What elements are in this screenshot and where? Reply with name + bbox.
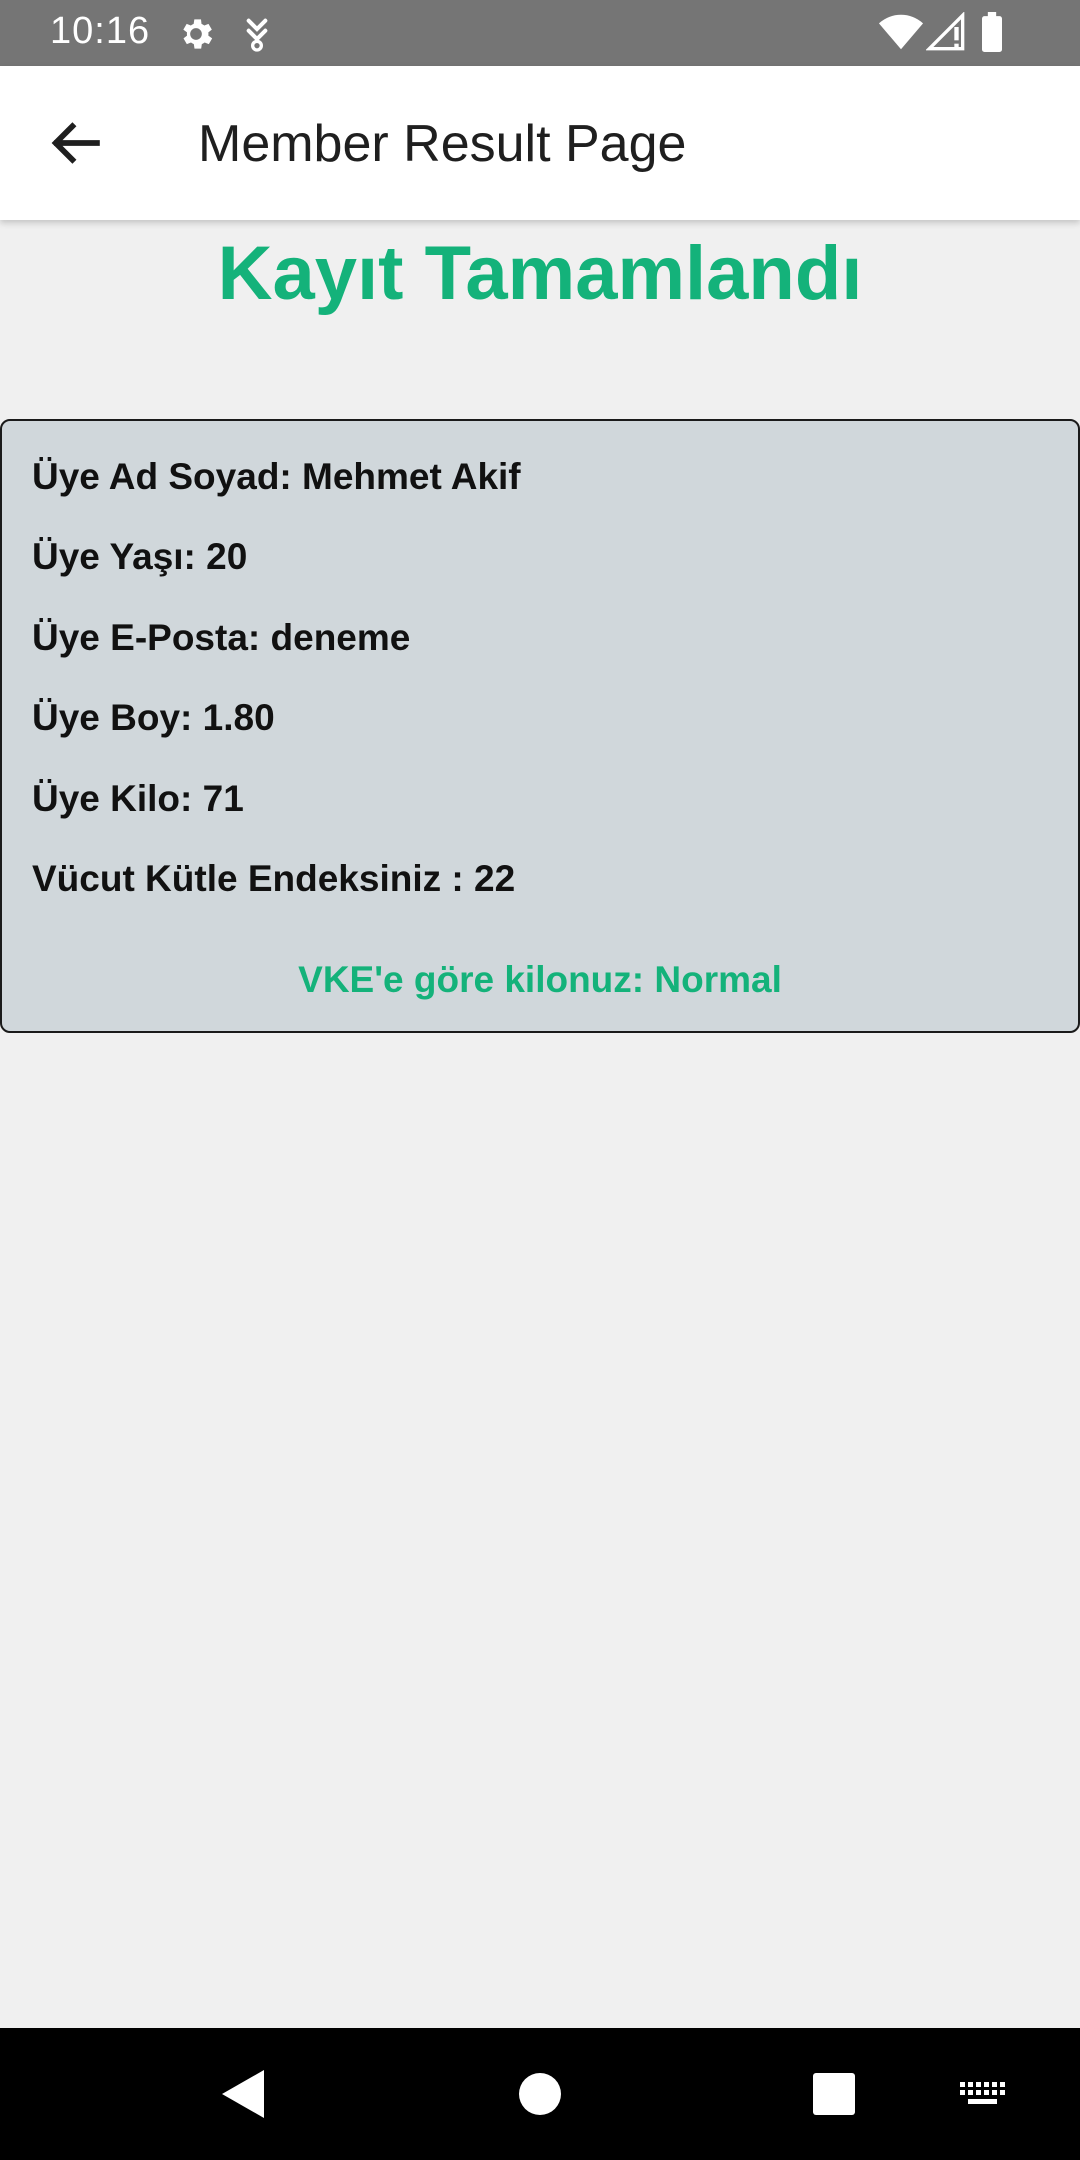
wifi-icon <box>878 14 924 50</box>
registration-complete-heading: Kayıt Tamamlandı <box>217 231 863 316</box>
keyboard-icon[interactable] <box>958 2080 1006 2110</box>
member-age-text: Üye Yaşı: 20 <box>32 536 248 577</box>
status-bar: 10:16 <box>0 0 1080 66</box>
member-result-card: Üye Ad Soyad: Mehmet Akif Üye Yaşı: 20 Ü… <box>0 419 1080 1033</box>
app-bar: Member Result Page <box>0 66 1080 220</box>
arrow-back-icon[interactable] <box>40 112 110 174</box>
member-weight-text: Üye Kilo: 71 <box>32 778 244 819</box>
system-nav-bar <box>0 2028 1080 2160</box>
back-triangle-icon[interactable] <box>220 2068 266 2120</box>
download-icon <box>246 18 268 52</box>
member-name-text: Üye Ad Soyad: Mehmet Akif <box>32 456 521 497</box>
signal-icon <box>926 12 965 51</box>
battery-icon <box>982 12 1002 52</box>
member-email-text: Üye E-Posta: deneme <box>32 617 411 658</box>
page-title: Member Result Page <box>198 115 687 173</box>
settings-gear-icon <box>183 19 213 49</box>
bmi-assessment-text: VKE'e göre kilonuz: Normal <box>298 959 782 1000</box>
home-circle-icon[interactable] <box>518 2072 562 2116</box>
recents-square-icon[interactable] <box>812 2072 856 2116</box>
status-time: 10:16 <box>50 10 151 52</box>
member-bmi-text: Vücut Kütle Endeksiniz : 22 <box>32 858 516 899</box>
member-height-text: Üye Boy: 1.80 <box>32 697 275 738</box>
